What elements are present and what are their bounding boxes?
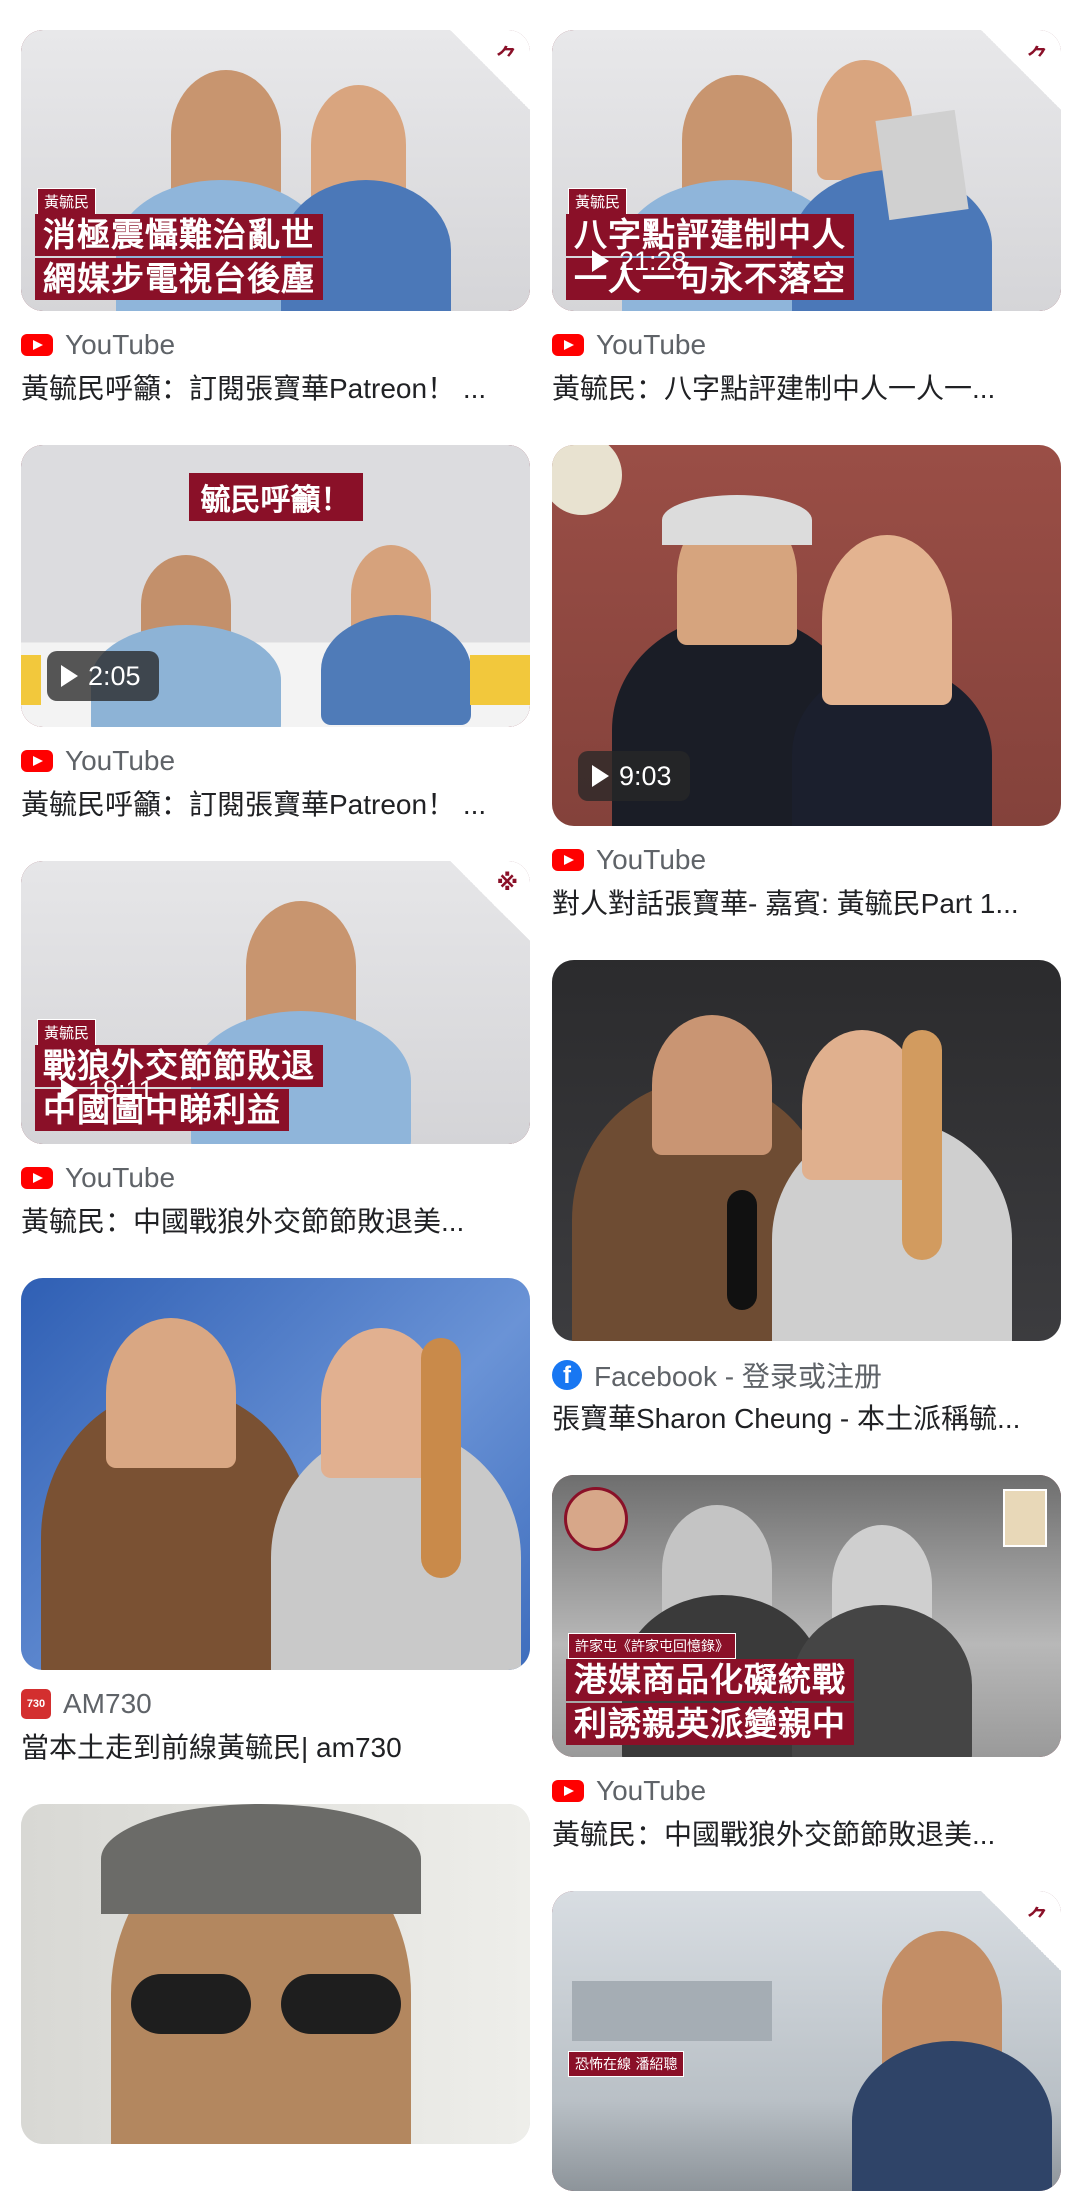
result-title[interactable]: 當本土走到前線黃毓民| am730 <box>21 1730 530 1766</box>
result-title[interactable]: 黃毓民呼籲：訂閱張寶華Patreon！ ... <box>21 787 530 823</box>
video-duration-badge: 21:28 <box>578 236 705 286</box>
result-source[interactable]: 730 AM730 <box>21 1688 530 1720</box>
video-thumbnail[interactable]: ⺈ 黃毓民 八字點評建制中人 一人一句永不落空 21:28 <box>552 30 1061 311</box>
video-thumbnail[interactable]: 毓民呼籲！ 2:05 <box>21 445 530 727</box>
result-source[interactable]: YouTube <box>552 844 1061 876</box>
play-icon <box>61 665 78 687</box>
speaker-tag: 黃毓民 <box>37 1019 97 1046</box>
channel-logo-corner: ⺈ <box>981 1891 1061 1971</box>
result-title[interactable]: 黃毓民呼籲：訂閱張寶華Patreon！ ... <box>21 371 530 407</box>
video-thumbnail[interactable]: ※ 黃毓民 戰狼外交節節敗退 中國圖中睇利益 19:11 <box>21 861 530 1144</box>
source-label: YouTube <box>65 1162 176 1193</box>
result-card[interactable]: 9:03 YouTube 對人對話張寶華- 嘉賓: 黃毓民Part 1... <box>552 445 1061 922</box>
result-card[interactable]: ⺈ 黃毓民 消極震懾難治亂世 網媒步電視台後塵 YouTube 黃毓民呼籲：訂閱… <box>21 30 530 407</box>
video-duration-badge: 19:11 <box>47 1065 172 1115</box>
result-card[interactable] <box>21 1804 530 2144</box>
youtube-icon <box>21 750 53 772</box>
thumbnail-banner-line-1: 港媒商品化礙統戰 <box>566 1659 854 1701</box>
result-source[interactable]: YouTube <box>21 329 530 361</box>
thumbnail-banner-line-1: 消極震懾難治亂世 <box>35 214 323 256</box>
image-thumbnail[interactable] <box>21 1804 530 2144</box>
video-duration-badge: 9:03 <box>578 751 690 801</box>
article-thumbnail[interactable] <box>21 1278 530 1670</box>
youtube-icon <box>552 1780 584 1802</box>
result-card[interactable]: ⺈ 黃毓民 八字點評建制中人 一人一句永不落空 21:28 YouTube 黃毓… <box>552 30 1061 407</box>
thumbnail-banner-line-2: 網媒步電視台後塵 <box>35 258 323 300</box>
play-icon <box>61 1079 78 1101</box>
result-source[interactable]: YouTube <box>552 1775 1061 1807</box>
youtube-icon <box>21 334 53 356</box>
source-label: YouTube <box>65 329 176 360</box>
video-duration-badge: 2:05 <box>47 651 159 701</box>
source-label: YouTube <box>596 844 707 875</box>
video-thumbnail[interactable]: ⺈ 黃毓民 消極震懾難治亂世 網媒步電視台後塵 <box>21 30 530 311</box>
source-label: AM730 <box>63 1688 152 1719</box>
result-title[interactable]: 對人對話張寶華- 嘉賓: 黃毓民Part 1... <box>552 886 1061 922</box>
results-column-left: ⺈ 黃毓民 消極震懾難治亂世 網媒步電視台後塵 YouTube 黃毓民呼籲：訂閱… <box>21 0 530 2144</box>
source-label: Facebook - 登录或注册 <box>594 1361 882 1392</box>
result-card[interactable]: 許家屯《許家屯回憶錄》 港媒商品化礙統戰 利誘親英派變親中 YouTube 黃毓… <box>552 1475 1061 1853</box>
source-label: YouTube <box>596 329 707 360</box>
source-label: YouTube <box>65 745 176 776</box>
result-title[interactable]: 黃毓民：八字點評建制中人一人一... <box>552 371 1061 407</box>
result-source[interactable]: YouTube <box>21 1162 530 1194</box>
result-source[interactable]: f Facebook - 登录或注册 <box>552 1359 1061 1392</box>
am730-icon: 730 <box>21 1689 51 1719</box>
video-thumbnail[interactable]: ⺈ 恐怖在線 潘紹聰 <box>552 1891 1061 2191</box>
result-source[interactable]: YouTube <box>552 329 1061 361</box>
video-thumbnail[interactable]: 許家屯《許家屯回憶錄》 港媒商品化礙統戰 利誘親英派變親中 <box>552 1475 1061 1757</box>
channel-logo-corner: ⺈ <box>450 30 530 110</box>
speaker-tag: 恐怖在線 潘紹聰 <box>568 2051 685 2077</box>
result-card[interactable]: f Facebook - 登录或注册 張寶華Sharon Cheung - 本土… <box>552 960 1061 1437</box>
image-thumbnail[interactable] <box>552 960 1061 1341</box>
source-label: YouTube <box>596 1775 707 1806</box>
results-column-right: ⺈ 黃毓民 八字點評建制中人 一人一句永不落空 21:28 YouTube 黃毓… <box>552 0 1061 2191</box>
result-title[interactable]: 黃毓民：中國戰狼外交節節敗退美... <box>21 1204 530 1240</box>
facebook-icon: f <box>552 1360 582 1390</box>
youtube-icon <box>21 1167 53 1189</box>
result-title[interactable]: 黃毓民：中國戰狼外交節節敗退美... <box>552 1817 1061 1853</box>
channel-logo-corner: ※ <box>450 861 530 941</box>
result-card[interactable]: 730 AM730 當本土走到前線黃毓民| am730 <box>21 1278 530 1766</box>
thumbnail-banner-line-2: 利誘親英派變親中 <box>566 1703 854 1745</box>
speaker-tag: 黃毓民 <box>568 188 628 215</box>
thumbnail-top-banner: 毓民呼籲！ <box>188 473 363 521</box>
video-thumbnail[interactable]: 9:03 <box>552 445 1061 826</box>
channel-logo-corner: ⺈ <box>981 30 1061 110</box>
result-card[interactable]: 毓民呼籲！ 2:05 YouTube 黃毓民呼籲：訂閱張寶華Patreon！ .… <box>21 445 530 823</box>
result-source[interactable]: YouTube <box>21 745 530 777</box>
play-icon <box>592 765 609 787</box>
youtube-icon <box>552 849 584 871</box>
speaker-tag: 黃毓民 <box>37 188 97 215</box>
result-title[interactable]: 張寶華Sharon Cheung - 本土派稱毓... <box>552 1401 1061 1437</box>
speaker-tag: 許家屯《許家屯回憶錄》 <box>568 1633 736 1659</box>
play-icon <box>592 250 609 272</box>
youtube-icon <box>552 334 584 356</box>
result-card[interactable]: ※ 黃毓民 戰狼外交節節敗退 中國圖中睇利益 19:11 YouTube 黃毓民… <box>21 861 530 1240</box>
result-card[interactable]: ⺈ 恐怖在線 潘紹聰 <box>552 1891 1061 2191</box>
